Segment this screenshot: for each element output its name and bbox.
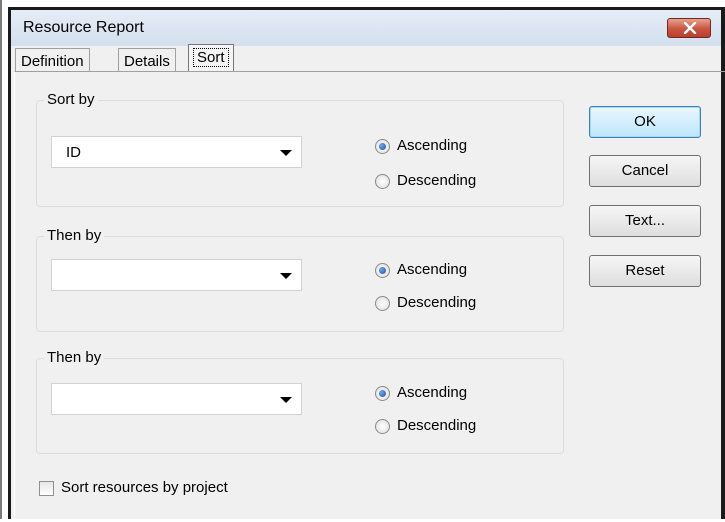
dialog-window: Resource Report Definition Details Sort … (8, 7, 725, 522)
sort-by-combo-value: ID (66, 144, 81, 161)
tab-sort-label: Sort (193, 48, 229, 67)
text-button[interactable]: Text... (589, 205, 701, 237)
chevron-down-icon (280, 397, 292, 403)
tab-details-label: Details (124, 53, 170, 70)
screen-edge (0, 0, 2, 519)
tab-definition[interactable]: Definition (15, 48, 90, 72)
sort-by-ascending-label: Ascending (397, 137, 468, 154)
then-by-2-descending-label: Descending (397, 417, 477, 434)
reset-button[interactable]: Reset (589, 255, 701, 287)
then-by-2-ascending-radio[interactable] (375, 386, 390, 401)
then-by-1-descending-radio[interactable] (375, 296, 390, 311)
then-by-legend-1: Then by (44, 227, 105, 244)
ok-button[interactable]: OK (589, 106, 701, 138)
tab-sort[interactable]: Sort (188, 44, 234, 72)
sort-by-descending-label: Descending (397, 172, 477, 189)
sort-by-project-label: Sort resources by project (61, 479, 228, 496)
chevron-down-icon (280, 150, 292, 156)
sort-by-ascending-radio[interactable] (375, 139, 390, 154)
close-button[interactable] (667, 18, 711, 38)
chevron-down-icon (280, 273, 292, 279)
sort-by-descending-radio[interactable] (375, 174, 390, 189)
then-by-combo-1[interactable] (51, 259, 302, 291)
sort-by-legend: Sort by (44, 91, 98, 108)
tab-details[interactable]: Details (118, 48, 176, 72)
sort-by-project-checkbox[interactable] (39, 481, 54, 496)
then-by-legend-2: Then by (44, 349, 105, 366)
cancel-button[interactable]: Cancel (589, 155, 701, 187)
then-by-1-ascending-radio[interactable] (375, 263, 390, 278)
then-by-2-descending-radio[interactable] (375, 419, 390, 434)
then-by-combo-2[interactable] (51, 383, 302, 415)
tab-definition-label: Definition (21, 53, 84, 70)
sort-by-combo[interactable]: ID (51, 136, 302, 168)
close-icon (683, 22, 697, 34)
then-by-2-ascending-label: Ascending (397, 384, 468, 401)
title-bar: Resource Report (11, 10, 721, 46)
then-by-1-ascending-label: Ascending (397, 261, 468, 278)
then-by-1-descending-label: Descending (397, 294, 477, 311)
window-title: Resource Report (23, 19, 144, 36)
